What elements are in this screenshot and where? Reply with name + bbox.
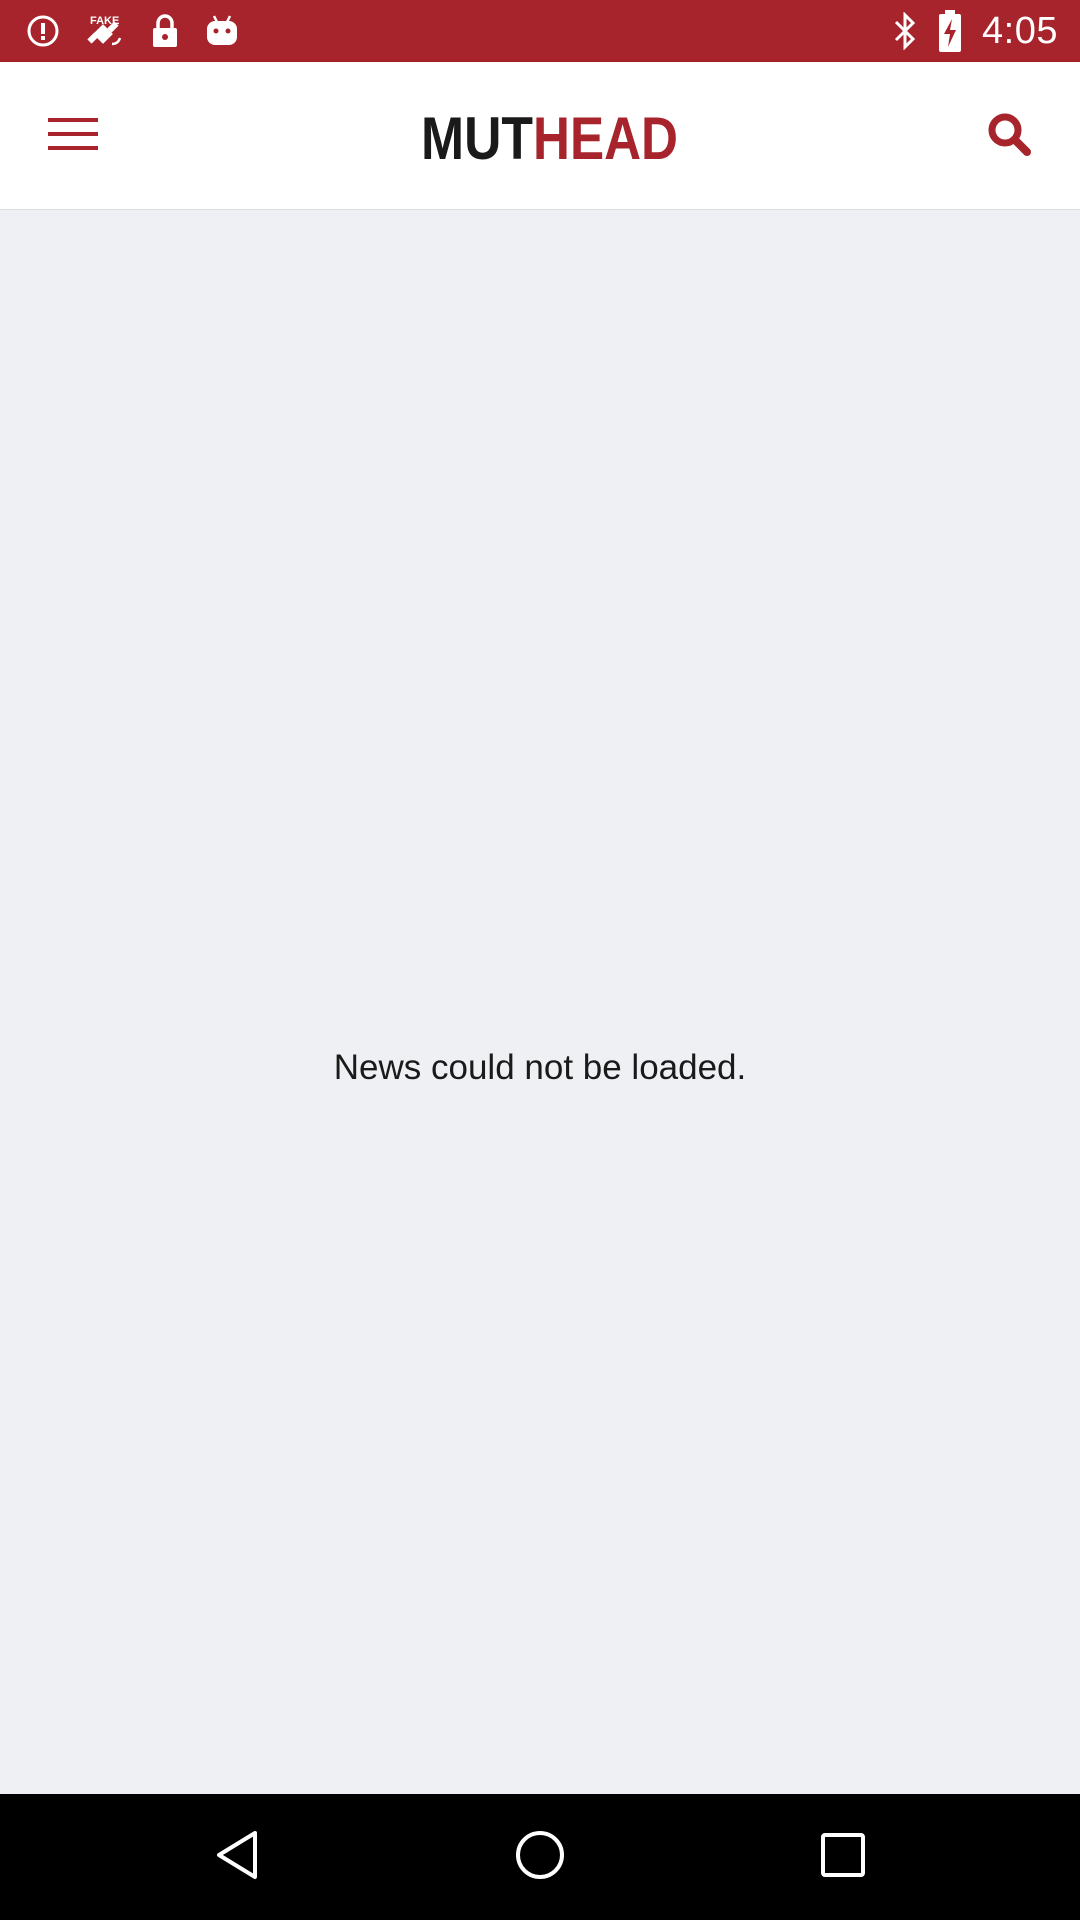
status-bar-right-icons: 4:05: [892, 0, 1058, 62]
battery-charging-icon: [938, 10, 962, 52]
back-icon: [213, 1829, 261, 1885]
system-navigation-bar: [0, 1794, 1080, 1920]
muthead-logo: MUT HEAD: [421, 105, 681, 172]
lock-icon: [150, 13, 180, 49]
news-content-area: News could not be loaded.: [0, 210, 1080, 1794]
menu-button[interactable]: [30, 97, 116, 175]
bluetooth-icon: [892, 12, 918, 50]
nav-recents-button[interactable]: [793, 1817, 893, 1897]
status-bar-clock: 4:05: [982, 9, 1058, 52]
search-button[interactable]: [966, 97, 1052, 175]
nav-home-button[interactable]: [490, 1817, 590, 1897]
fake-gps-icon: FAKE: [84, 10, 126, 52]
recents-icon: [819, 1831, 867, 1883]
status-bar: FAKE 4:05: [0, 0, 1080, 62]
app-bar: MUT HEAD: [0, 62, 1080, 210]
home-icon: [514, 1829, 566, 1885]
news-load-error-message: News could not be loaded.: [333, 1048, 747, 1087]
hamburger-menu-icon: [48, 116, 98, 156]
search-icon: [986, 111, 1032, 161]
android-icon: [204, 13, 240, 49]
alert-icon: [26, 14, 60, 48]
status-bar-left-icons: FAKE: [26, 8, 240, 54]
nav-back-button[interactable]: [187, 1817, 287, 1897]
svg-text:HEAD: HEAD: [533, 107, 678, 167]
svg-text:MUT: MUT: [421, 107, 533, 167]
